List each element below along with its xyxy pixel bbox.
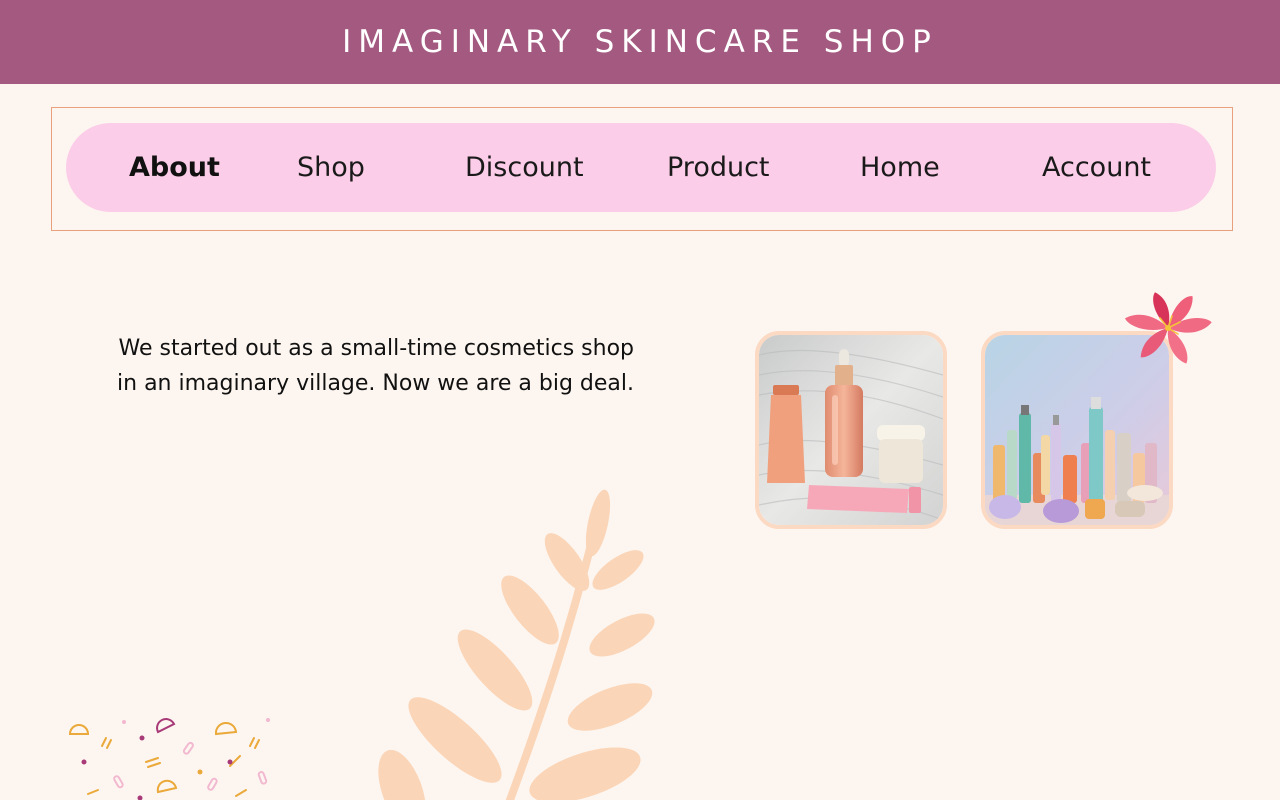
leaf-branch-icon	[378, 489, 655, 800]
nav-item-discount[interactable]: Discount	[465, 123, 584, 212]
page: IMAGINARY SKINCARE SHOP About Shop Disco…	[0, 0, 1280, 800]
site-title: IMAGINARY SKINCARE SHOP	[342, 24, 938, 60]
nav-item-shop[interactable]: Shop	[297, 123, 365, 212]
nav-item-home[interactable]: Home	[860, 123, 940, 212]
site-header: IMAGINARY SKINCARE SHOP	[0, 0, 1280, 84]
nav-frame: About Shop Discount Product Home Account	[51, 107, 1233, 231]
nav-item-account[interactable]: Account	[1042, 123, 1151, 212]
lily-flower-icon	[1125, 292, 1212, 364]
about-intro-text: We started out as a small-time cosmetics…	[117, 336, 634, 396]
nav-item-product[interactable]: Product	[667, 123, 770, 212]
nav-bar: About Shop Discount Product Home Account	[66, 123, 1216, 212]
confetti-pattern-icon	[68, 718, 270, 800]
skincare-products-photo	[755, 331, 947, 529]
nav-item-about[interactable]: About	[129, 123, 220, 212]
